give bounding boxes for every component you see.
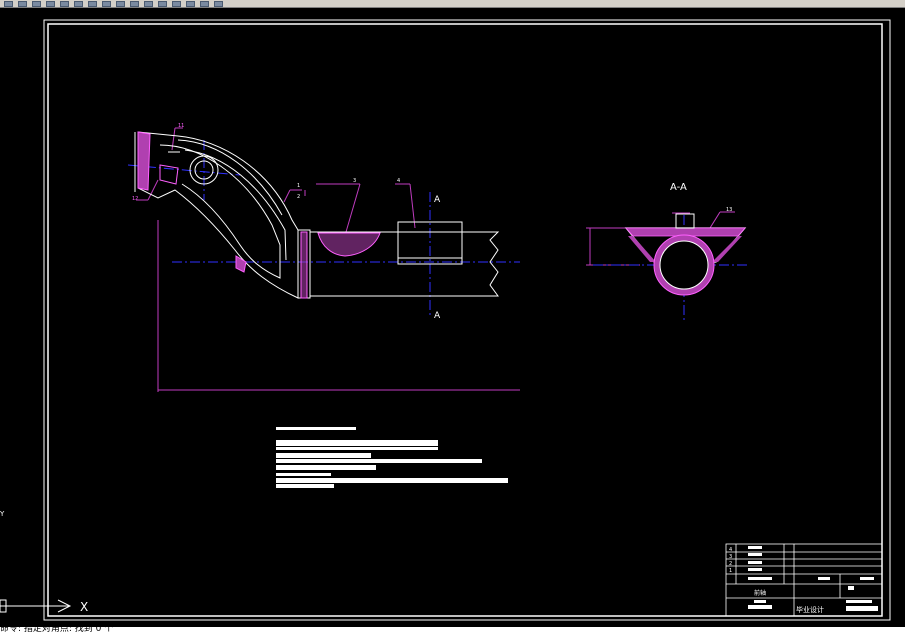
- tb-row-label-3: 3: [729, 554, 732, 560]
- balloon-4: 4: [397, 178, 400, 184]
- pan-icon[interactable]: [88, 0, 97, 7]
- tb-project: 毕业设计: [796, 605, 824, 614]
- properties-icon[interactable]: [130, 0, 139, 7]
- section-label-bottom: A: [434, 311, 441, 321]
- print-icon[interactable]: [46, 0, 55, 7]
- weld-sections: [137, 131, 381, 299]
- balloon-1: 1: [297, 183, 300, 189]
- save-icon[interactable]: [32, 0, 41, 7]
- command-line[interactable]: 命令: 指定对角点: 找到 0 个: [0, 627, 905, 632]
- axle-part-outline: [134, 131, 500, 299]
- calc-icon[interactable]: [200, 0, 209, 7]
- balloon-3: 3: [353, 178, 356, 184]
- inner-border: [47, 23, 883, 617]
- ucs-icon: [0, 599, 72, 613]
- help-icon[interactable]: [214, 0, 223, 7]
- tb-row-label-1: 1: [729, 568, 732, 574]
- ucs-y-label: Y: [0, 510, 5, 518]
- section-label-top: A: [434, 195, 441, 205]
- redo-icon[interactable]: [74, 0, 83, 7]
- balloon-13: 13: [726, 207, 732, 213]
- balloon-11: 11: [178, 123, 184, 129]
- new-icon[interactable]: [4, 0, 13, 7]
- block-icon[interactable]: [158, 0, 167, 7]
- match-icon[interactable]: [144, 0, 153, 7]
- balloon-12: 12: [132, 196, 138, 202]
- tb-row-label-2: 2: [729, 561, 732, 567]
- toolbar: [0, 0, 905, 8]
- tb-part-name: 前轴: [754, 589, 766, 597]
- drawing-canvas[interactable]: A A A-A 11 12 1 2 3 4 13 4 3 2 1 前轴 毕业设计…: [0, 9, 905, 628]
- undo-icon[interactable]: [60, 0, 69, 7]
- zoom-icon[interactable]: [102, 0, 111, 7]
- technical-requirements: [276, 427, 508, 488]
- balloon-2: 2: [297, 194, 300, 200]
- dimension-lines: [136, 127, 735, 392]
- ucs-x-label: X: [80, 600, 88, 614]
- section-view-title: A-A: [670, 182, 687, 193]
- tb-row-label-4: 4: [729, 547, 732, 553]
- section-view: [624, 213, 747, 296]
- open-icon[interactable]: [18, 0, 27, 7]
- title-block-fills: [748, 546, 878, 611]
- insert-icon[interactable]: [172, 0, 181, 7]
- layer-icon[interactable]: [116, 0, 125, 7]
- table-icon[interactable]: [186, 0, 195, 7]
- outer-border: [43, 19, 891, 621]
